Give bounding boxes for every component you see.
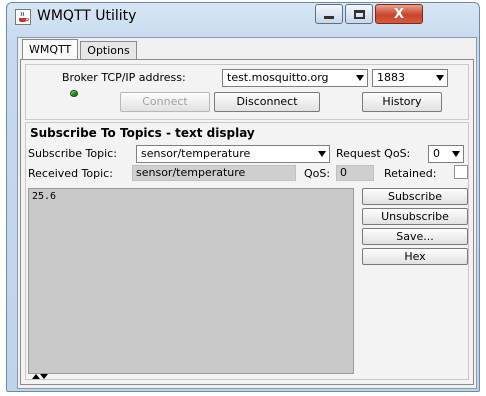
- received-topic-label: Received Topic:: [28, 167, 113, 180]
- app-window: WMQTT Utility X WMQTT Options Broker TCP…: [6, 2, 480, 392]
- chevron-down-icon[interactable]: [436, 75, 444, 81]
- split-arrows[interactable]: [28, 374, 58, 380]
- close-icon: X: [393, 6, 405, 22]
- chevron-down-icon[interactable]: [356, 75, 364, 81]
- connect-button[interactable]: Connect: [120, 92, 210, 112]
- scroll-up-icon[interactable]: [32, 374, 40, 379]
- qos-field: 0: [336, 165, 374, 181]
- received-topic-field: sensor/temperature: [132, 165, 296, 181]
- section-title: Subscribe To Topics - text display: [30, 126, 255, 140]
- chevron-down-icon[interactable]: [318, 151, 326, 157]
- close-button[interactable]: X: [375, 4, 423, 24]
- request-qos-value: 0: [433, 147, 440, 160]
- qos-label: QoS:: [304, 167, 331, 180]
- minimize-button[interactable]: [315, 4, 343, 24]
- minimize-icon: [324, 15, 334, 19]
- window-title: WMQTT Utility: [37, 8, 137, 24]
- title-bar[interactable]: WMQTT Utility X: [7, 3, 479, 31]
- maximize-icon: [353, 9, 365, 19]
- maximize-button[interactable]: [345, 4, 373, 24]
- subscribe-button[interactable]: Subscribe: [362, 188, 468, 205]
- subscribe-topic-value: sensor/temperature: [141, 147, 251, 160]
- tab-wmqtt[interactable]: WMQTT: [22, 39, 79, 59]
- save-button[interactable]: Save...: [362, 228, 468, 245]
- request-qos-label: Request QoS:: [336, 147, 411, 160]
- java-app-icon[interactable]: [15, 9, 31, 25]
- unsubscribe-button[interactable]: Unsubscribe: [362, 208, 468, 225]
- hex-button[interactable]: Hex: [362, 248, 468, 265]
- status-led-icon: [70, 90, 78, 97]
- retained-label: Retained:: [384, 167, 437, 180]
- disconnect-button[interactable]: Disconnect: [214, 92, 320, 112]
- message-display[interactable]: 25.6: [28, 188, 354, 374]
- port-value: 1883: [377, 71, 405, 84]
- retained-checkbox[interactable]: [454, 165, 468, 179]
- subscribe-topic-label: Subscribe Topic:: [28, 147, 117, 160]
- tab-options[interactable]: Options: [80, 41, 137, 59]
- broker-address-label: Broker TCP/IP address:: [62, 71, 186, 84]
- client-area: WMQTT Options Broker TCP/IP address: tes…: [17, 37, 477, 389]
- subscribe-panel: Subscribe To Topics - text display Subsc…: [25, 122, 469, 380]
- broker-address-combo[interactable]: test.mosquitto.org: [222, 69, 368, 87]
- subscribe-topic-combo[interactable]: sensor/temperature: [136, 145, 330, 163]
- request-qos-combo[interactable]: 0: [428, 145, 464, 163]
- history-button[interactable]: History: [362, 92, 442, 112]
- port-combo[interactable]: 1883: [372, 69, 448, 87]
- tab-bar: WMQTT Options: [22, 39, 139, 61]
- scroll-down-icon[interactable]: [40, 374, 48, 379]
- wmqtt-tab-panel: Broker TCP/IP address: test.mosquitto.or…: [20, 59, 474, 385]
- broker-panel: Broker TCP/IP address: test.mosquitto.or…: [25, 64, 469, 120]
- chevron-down-icon[interactable]: [452, 151, 460, 157]
- java-cup-icon: [19, 11, 29, 22]
- broker-address-value: test.mosquitto.org: [227, 71, 329, 84]
